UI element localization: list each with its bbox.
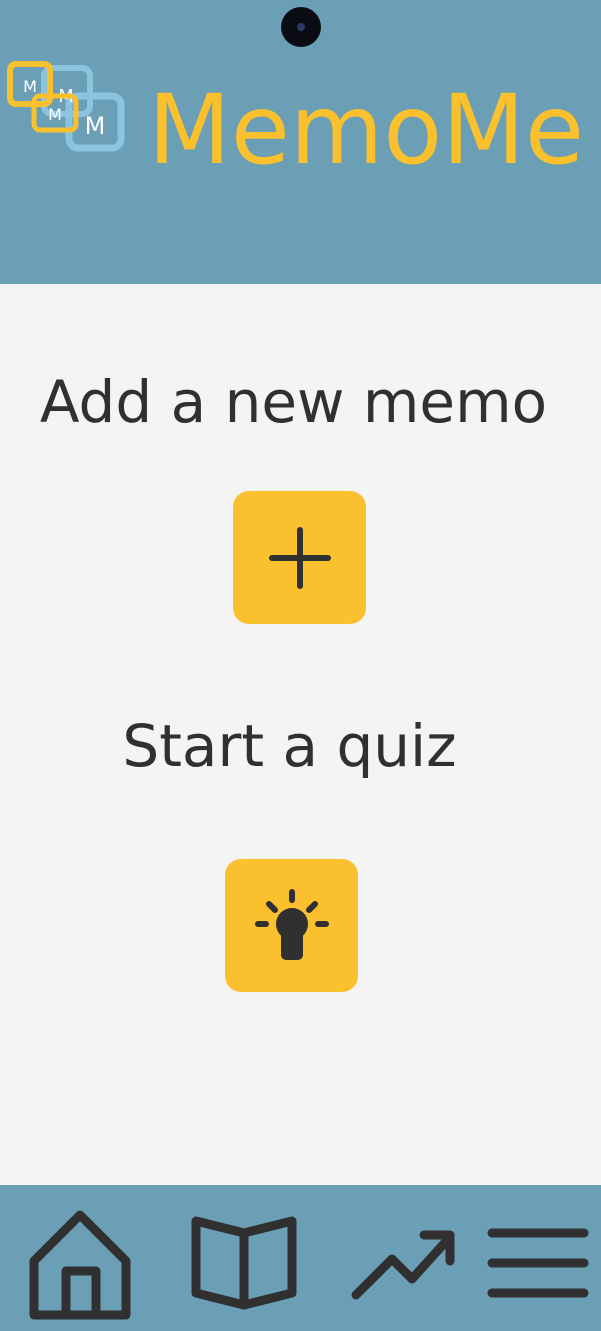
add-memo-title: Add a new memo: [39, 368, 548, 436]
lightbulb-icon: [254, 888, 329, 960]
home-icon[interactable]: [28, 1209, 132, 1321]
logo-letter-small-bottom: M: [48, 105, 62, 124]
plus-icon: [268, 526, 331, 589]
open-book-icon[interactable]: [190, 1215, 298, 1311]
start-quiz-title: Start a quiz: [122, 712, 457, 780]
app-title: MemoMe: [148, 74, 585, 186]
logo-letter-large: M: [85, 112, 106, 140]
hamburger-menu-icon[interactable]: [486, 1225, 590, 1301]
front-camera: [281, 7, 321, 47]
start-quiz-button[interactable]: [225, 859, 358, 992]
trending-up-icon[interactable]: [350, 1225, 456, 1301]
app-header: M M M M MemoMe: [0, 0, 601, 284]
app-screen: M M M M MemoMe Add a new memo Start a qu…: [0, 0, 601, 1331]
bottom-nav-bar: [0, 1185, 601, 1331]
camera-lens: [297, 23, 305, 31]
add-memo-button[interactable]: [233, 491, 366, 624]
logo-letter-small-top: M: [23, 77, 37, 96]
memome-logo: M M M M: [7, 61, 125, 152]
